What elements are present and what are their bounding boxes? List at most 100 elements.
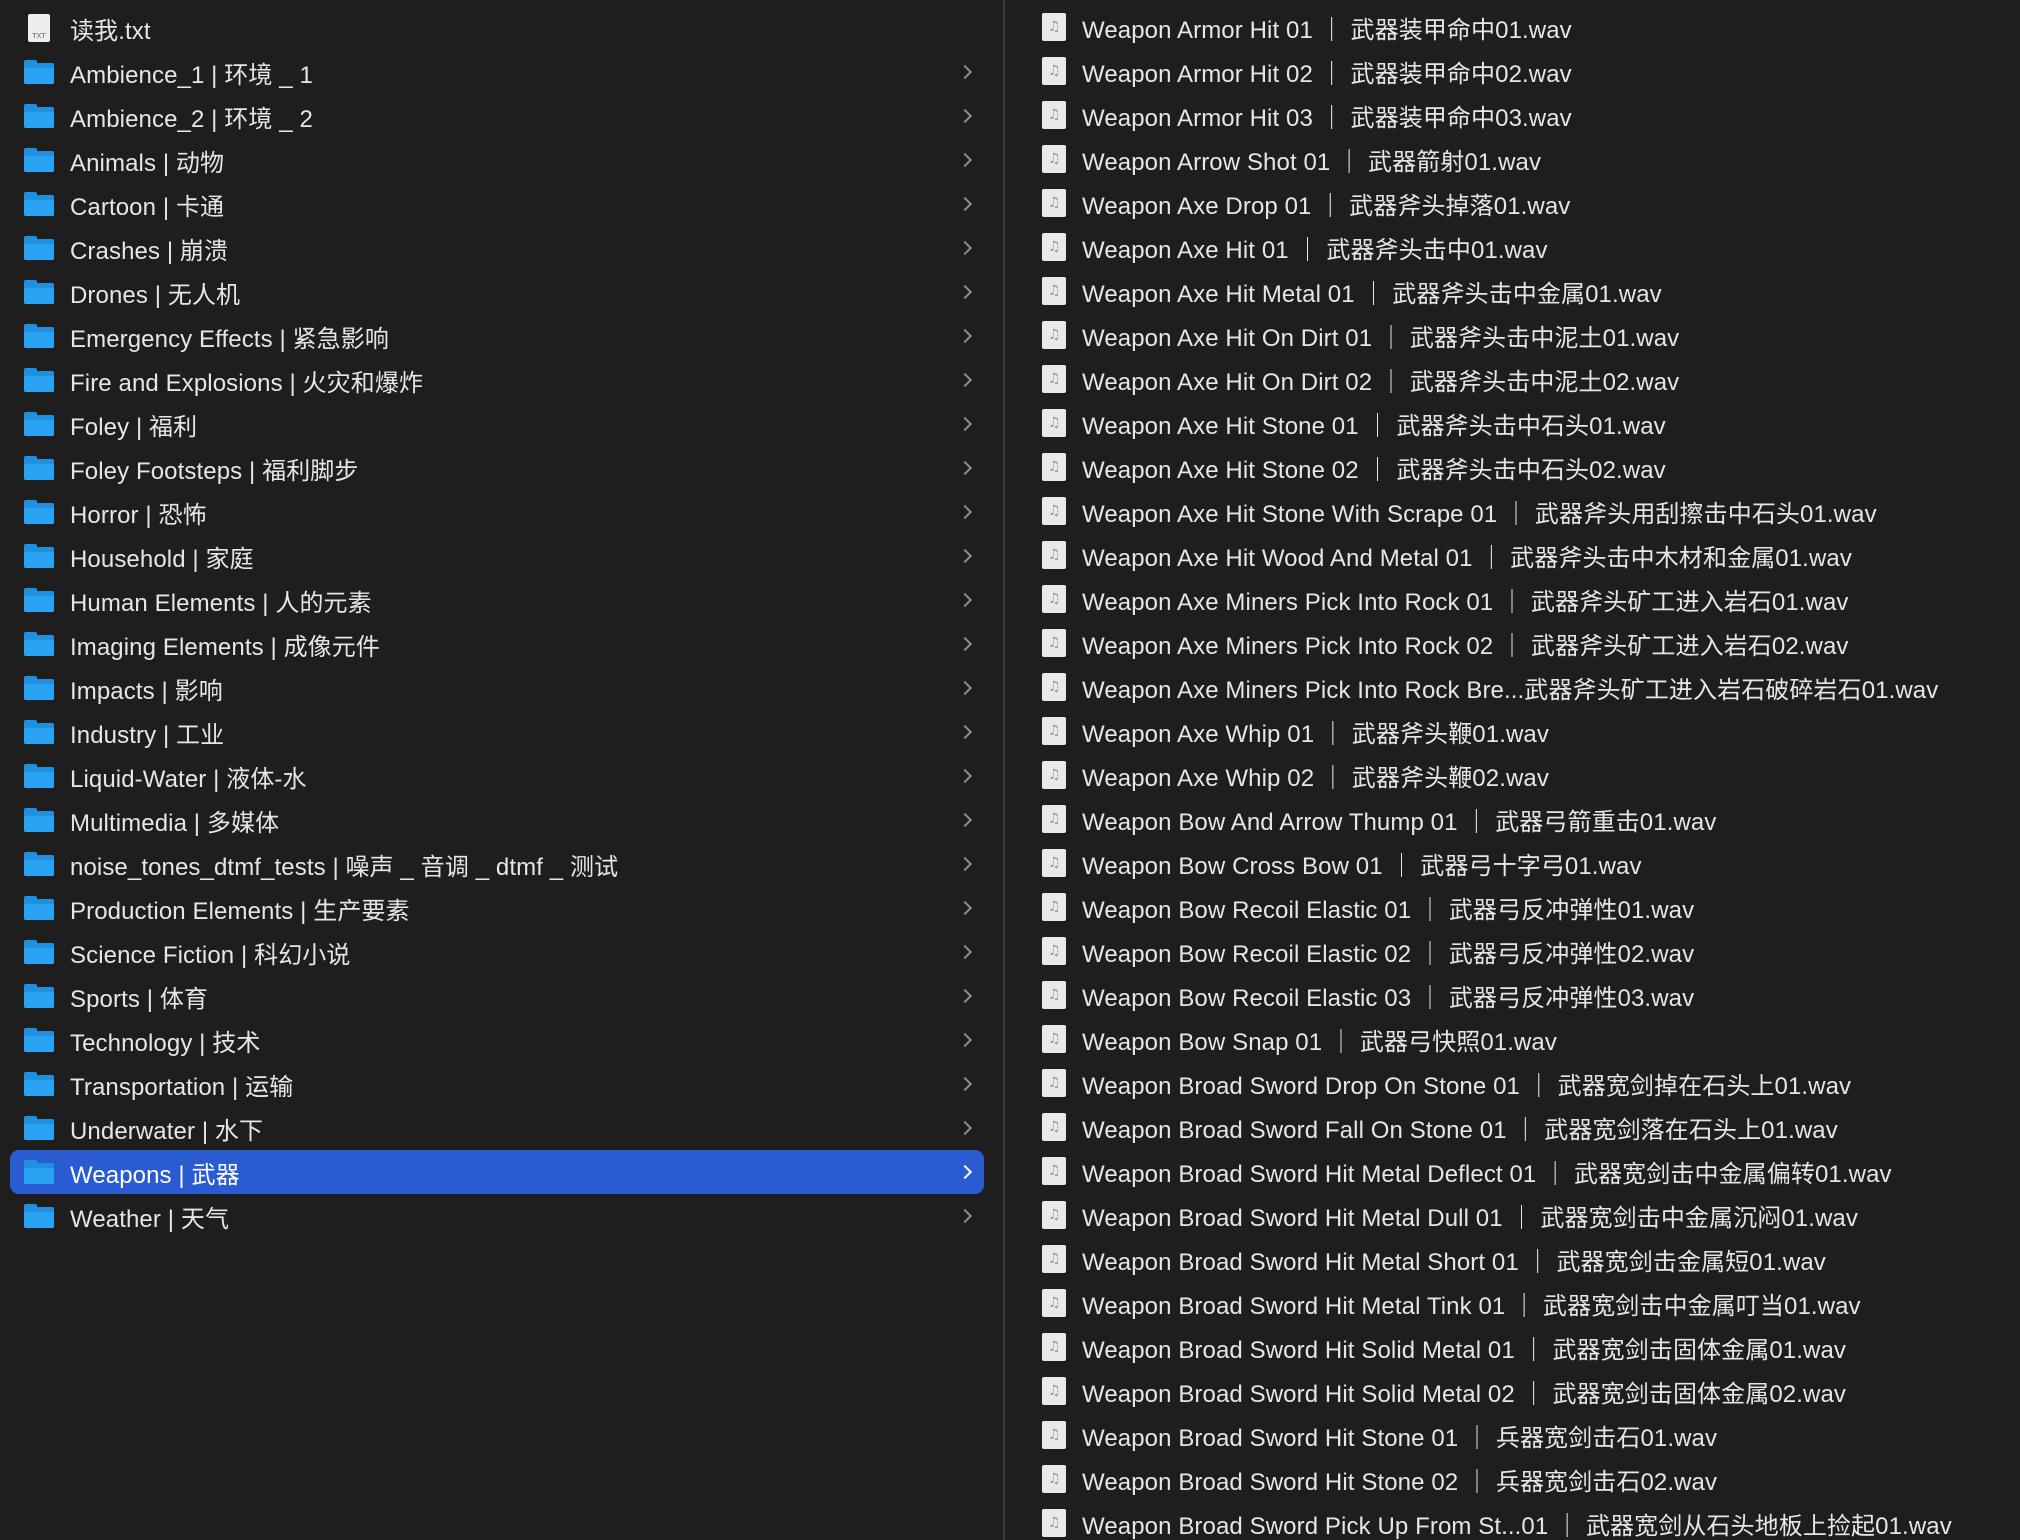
folder-icon: [24, 1160, 54, 1184]
folder-row[interactable]: Drones | 无人机: [10, 270, 984, 314]
audio-file-row[interactable]: ♫ Weapon Broad Sword Fall On Stone 01 ｜ 武…: [1005, 1105, 2020, 1149]
audio-file-row[interactable]: ♫ Weapon Axe Hit On Dirt 01 ｜ 武器斧头击中泥土01.…: [1005, 313, 2020, 357]
folder-row[interactable]: Liquid-Water | 液体-水: [10, 754, 984, 798]
audio-file-icon: ♫: [1042, 189, 1066, 217]
audio-file-row[interactable]: ♫ Weapon Armor Hit 02 ｜ 武器装甲命中02.wav: [1005, 49, 2020, 93]
audio-file-row[interactable]: ♫ Weapon Broad Sword Drop On Stone 01 ｜ 武…: [1005, 1061, 2020, 1105]
folder-row[interactable]: Ambience_2 | 环境 _ 2: [10, 94, 984, 138]
folder-icon: [24, 104, 54, 128]
audio-file-row[interactable]: ♫ Weapon Axe Hit Stone 02 ｜ 武器斧头击中石头02.wa…: [1005, 445, 2020, 489]
chevron-right-icon: [957, 988, 973, 1004]
folder-row[interactable]: Ambience_1 | 环境 _ 1: [10, 50, 984, 94]
folder-row[interactable]: Emergency Effects | 紧急影响: [10, 314, 984, 358]
audio-file-row[interactable]: ♫ Weapon Axe Hit 01 ｜ 武器斧头击中01.wav: [1005, 225, 2020, 269]
audio-file-row[interactable]: ♫ Weapon Axe Hit Wood And Metal 01 ｜ 武器斧头…: [1005, 533, 2020, 577]
file-row[interactable]: TXT 读我.txt: [10, 6, 984, 50]
folder-icon: [24, 236, 54, 260]
file-name: Weapon Broad Sword Hit Solid Metal 01 ｜ …: [1082, 1336, 1846, 1364]
audio-file-row[interactable]: ♫ Weapon Arrow Shot 01 ｜ 武器箭射01.wav: [1005, 137, 2020, 181]
item-label: Technology | 技术: [70, 1029, 261, 1057]
weapons-folder-column[interactable]: ♫ Weapon Armor Hit 01 ｜ 武器装甲命中01.wav ♫ Weap…: [1005, 0, 2020, 1540]
folder-row[interactable]: Household | 家庭: [10, 534, 984, 578]
folder-row[interactable]: Foley | 福利: [10, 402, 984, 446]
folder-icon: [24, 456, 54, 480]
audio-file-icon: ♫: [1042, 629, 1066, 657]
audio-file-row[interactable]: ♫ Weapon Broad Sword Pick Up From St...01…: [1005, 1501, 2020, 1540]
folder-row[interactable]: Weapons | 武器: [10, 1150, 984, 1194]
audio-file-row[interactable]: ♫ Weapon Axe Whip 02 ｜ 武器斧头鞭02.wav: [1005, 753, 2020, 797]
folder-row[interactable]: Multimedia | 多媒体: [10, 798, 984, 842]
audio-file-row[interactable]: ♫ Weapon Axe Miners Pick Into Rock Bre...…: [1005, 665, 2020, 709]
audio-file-row[interactable]: ♫ Weapon Broad Sword Hit Stone 01 ｜ 兵器宽剑击…: [1005, 1413, 2020, 1457]
item-label: Sports | 体育: [70, 985, 209, 1013]
audio-file-icon: ♫: [1042, 145, 1066, 173]
file-name: Weapon Broad Sword Hit Stone 02 ｜ 兵器宽剑击石…: [1082, 1468, 1718, 1496]
folder-icon: [24, 1116, 54, 1140]
folder-icon: [24, 192, 54, 216]
audio-file-row[interactable]: ♫ Weapon Axe Hit Stone With Scrape 01 ｜ 武…: [1005, 489, 2020, 533]
chevron-right-icon: [957, 460, 973, 476]
chevron-right-icon: [957, 416, 973, 432]
folder-row[interactable]: Science Fiction | 科幻小说: [10, 930, 984, 974]
file-name: Weapon Bow Recoil Elastic 03 ｜ 武器弓反冲弹性03…: [1082, 984, 1695, 1012]
audio-file-icon: ♫: [1042, 1025, 1066, 1053]
folder-row[interactable]: Fire and Explosions | 火灾和爆炸: [10, 358, 984, 402]
folder-row[interactable]: Foley Footsteps | 福利脚步: [10, 446, 984, 490]
folder-row[interactable]: Horror | 恐怖: [10, 490, 984, 534]
folder-icon: [24, 984, 54, 1008]
folder-row[interactable]: Sports | 体育: [10, 974, 984, 1018]
folder-row[interactable]: Industry | 工业: [10, 710, 984, 754]
folder-row[interactable]: Cartoon | 卡通: [10, 182, 984, 226]
audio-file-row[interactable]: ♫ Weapon Bow Cross Bow 01 ｜ 武器弓十字弓01.wav: [1005, 841, 2020, 885]
parent-folder-column[interactable]: TXT 读我.txt Ambience_1 | 环境 _ 1 Ambience_2 |…: [0, 0, 1003, 1540]
file-name: Weapon Axe Drop 01 ｜ 武器斧头掉落01.wav: [1082, 192, 1571, 220]
audio-file-row[interactable]: ♫ Weapon Axe Hit Metal 01 ｜ 武器斧头击中金属01.wa…: [1005, 269, 2020, 313]
audio-file-icon: ♫: [1042, 1509, 1066, 1537]
audio-file-icon: ♫: [1042, 1157, 1066, 1185]
audio-file-icon: ♫: [1042, 1201, 1066, 1229]
file-name: Weapon Axe Hit Stone 02 ｜ 武器斧头击中石头02.wav: [1082, 456, 1666, 484]
audio-file-row[interactable]: ♫ Weapon Axe Hit On Dirt 02 ｜ 武器斧头击中泥土02.…: [1005, 357, 2020, 401]
chevron-right-icon: [957, 152, 973, 168]
audio-file-row[interactable]: ♫ Weapon Axe Whip 01 ｜ 武器斧头鞭01.wav: [1005, 709, 2020, 753]
audio-file-row[interactable]: ♫ Weapon Broad Sword Hit Metal Tink 01 ｜ …: [1005, 1281, 2020, 1325]
audio-file-row[interactable]: ♫ Weapon Broad Sword Hit Metal Short 01 ｜…: [1005, 1237, 2020, 1281]
audio-file-row[interactable]: ♫ Weapon Bow And Arrow Thump 01 ｜ 武器弓箭重击0…: [1005, 797, 2020, 841]
audio-file-row[interactable]: ♫ Weapon Broad Sword Hit Stone 02 ｜ 兵器宽剑击…: [1005, 1457, 2020, 1501]
folder-row[interactable]: Weather | 天气: [10, 1194, 984, 1238]
audio-file-row[interactable]: ♫ Weapon Bow Recoil Elastic 02 ｜ 武器弓反冲弹性0…: [1005, 929, 2020, 973]
audio-file-row[interactable]: ♫ Weapon Axe Drop 01 ｜ 武器斧头掉落01.wav: [1005, 181, 2020, 225]
audio-file-row[interactable]: ♫ Weapon Broad Sword Hit Solid Metal 02 ｜…: [1005, 1369, 2020, 1413]
item-label: Industry | 工业: [70, 721, 225, 749]
audio-file-row[interactable]: ♫ Weapon Bow Recoil Elastic 03 ｜ 武器弓反冲弹性0…: [1005, 973, 2020, 1017]
folder-row[interactable]: Impacts | 影响: [10, 666, 984, 710]
audio-file-row[interactable]: ♫ Weapon Axe Miners Pick Into Rock 02 ｜ 武…: [1005, 621, 2020, 665]
item-label: Transportation | 运输: [70, 1073, 294, 1101]
audio-file-row[interactable]: ♫ Weapon Armor Hit 03 ｜ 武器装甲命中03.wav: [1005, 93, 2020, 137]
folder-row[interactable]: Crashes | 崩溃: [10, 226, 984, 270]
folder-row[interactable]: Animals | 动物: [10, 138, 984, 182]
audio-file-row[interactable]: ♫ Weapon Bow Snap 01 ｜ 武器弓快照01.wav: [1005, 1017, 2020, 1061]
audio-file-row[interactable]: ♫ Weapon Broad Sword Hit Metal Dull 01 ｜ …: [1005, 1193, 2020, 1237]
audio-file-row[interactable]: ♫ Weapon Broad Sword Hit Solid Metal 01 ｜…: [1005, 1325, 2020, 1369]
file-name: Weapon Broad Sword Hit Metal Short 01 ｜ …: [1082, 1248, 1826, 1276]
audio-file-row[interactable]: ♫ Weapon Axe Hit Stone 01 ｜ 武器斧头击中石头01.wa…: [1005, 401, 2020, 445]
folder-row[interactable]: Technology | 技术: [10, 1018, 984, 1062]
chevron-right-icon: [957, 240, 973, 256]
folder-list: TXT 读我.txt Ambience_1 | 环境 _ 1 Ambience_2 |…: [0, 0, 1003, 1238]
chevron-right-icon: [957, 724, 973, 740]
file-list: ♫ Weapon Armor Hit 01 ｜ 武器装甲命中01.wav ♫ Weap…: [1005, 0, 2020, 1540]
folder-icon: [24, 808, 54, 832]
file-name: Weapon Axe Hit Wood And Metal 01 ｜ 武器斧头击…: [1082, 544, 1852, 572]
folder-row[interactable]: Human Elements | 人的元素: [10, 578, 984, 622]
audio-file-row[interactable]: ♫ Weapon Axe Miners Pick Into Rock 01 ｜ 武…: [1005, 577, 2020, 621]
file-name: Weapon Axe Hit Metal 01 ｜ 武器斧头击中金属01.wav: [1082, 280, 1662, 308]
folder-row[interactable]: noise_tones_dtmf_tests | 噪声 _ 音调 _ dtmf …: [10, 842, 984, 886]
audio-file-row[interactable]: ♫ Weapon Armor Hit 01 ｜ 武器装甲命中01.wav: [1005, 5, 2020, 49]
folder-row[interactable]: Transportation | 运输: [10, 1062, 984, 1106]
folder-row[interactable]: Production Elements | 生产要素: [10, 886, 984, 930]
folder-row[interactable]: Imaging Elements | 成像元件: [10, 622, 984, 666]
audio-file-row[interactable]: ♫ Weapon Broad Sword Hit Metal Deflect 01…: [1005, 1149, 2020, 1193]
audio-file-row[interactable]: ♫ Weapon Bow Recoil Elastic 01 ｜ 武器弓反冲弹性0…: [1005, 885, 2020, 929]
folder-row[interactable]: Underwater | 水下: [10, 1106, 984, 1150]
